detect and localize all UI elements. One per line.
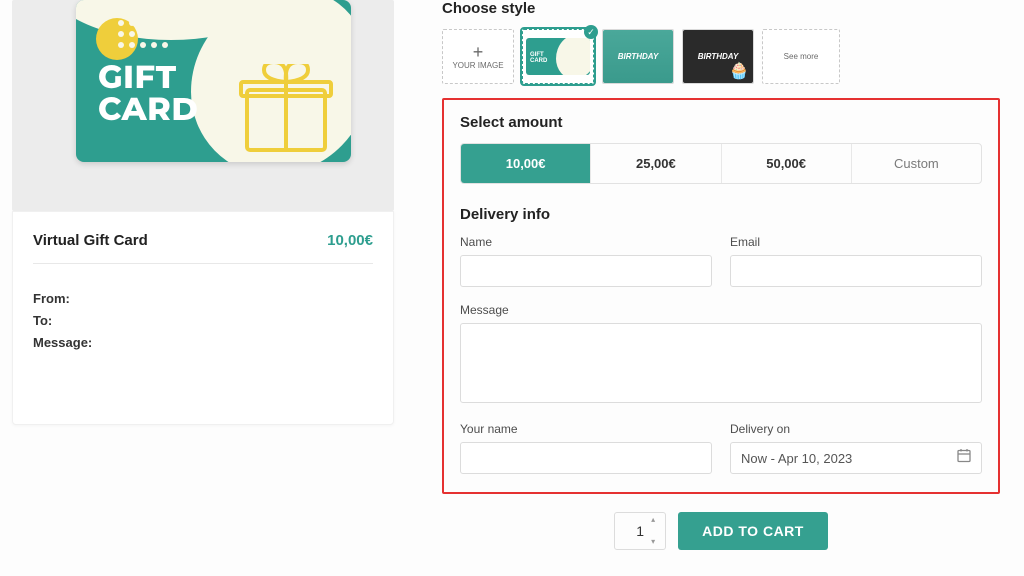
styles-heading: Choose style bbox=[442, 0, 1000, 17]
qty-up-icon[interactable]: ▴ bbox=[651, 516, 661, 524]
amount-option-2[interactable]: 50,00€ bbox=[722, 144, 852, 183]
style-giftcard-thumb: GIFTCARD bbox=[526, 38, 590, 75]
style-your-image[interactable]: + YOUR IMAGE bbox=[442, 29, 514, 84]
email-label: Email bbox=[730, 235, 982, 249]
amount-heading: Select amount bbox=[460, 114, 982, 131]
check-icon: ✓ bbox=[584, 25, 598, 39]
highlighted-form-area: Select amount 10,00€ 25,00€ 50,00€ Custo… bbox=[442, 98, 1000, 494]
your-name-label: Your name bbox=[460, 422, 712, 436]
style-birthday-dark[interactable]: BIRTHDAY bbox=[682, 29, 754, 84]
summary-panel: Virtual Gift Card 10,00€ From: To: Messa… bbox=[12, 211, 394, 425]
email-input[interactable] bbox=[730, 255, 982, 287]
quantity-value: 1 bbox=[636, 523, 644, 539]
amount-option-0[interactable]: 10,00€ bbox=[461, 144, 591, 183]
style-birthday-dark-thumb: BIRTHDAY bbox=[683, 30, 753, 83]
delivery-on-label: Delivery on bbox=[730, 422, 982, 436]
calendar-icon bbox=[956, 448, 972, 469]
giftcard-preview: GIFT CARD bbox=[12, 0, 394, 211]
name-label: Name bbox=[460, 235, 712, 249]
delivery-on-input[interactable] bbox=[730, 442, 982, 474]
amount-option-custom[interactable]: Custom bbox=[852, 144, 981, 183]
style-see-more[interactable]: See more bbox=[762, 29, 840, 84]
your-name-input[interactable] bbox=[460, 442, 712, 474]
delivery-heading: Delivery info bbox=[460, 206, 982, 223]
gift-icon bbox=[239, 64, 333, 154]
see-more-label: See more bbox=[784, 52, 819, 61]
message-input[interactable] bbox=[460, 323, 982, 403]
amount-selector: 10,00€ 25,00€ 50,00€ Custom bbox=[460, 143, 982, 184]
giftcard-art: GIFT CARD bbox=[76, 0, 351, 162]
name-input[interactable] bbox=[460, 255, 712, 287]
your-image-label: YOUR IMAGE bbox=[452, 61, 503, 70]
message-label: Message bbox=[460, 303, 982, 317]
product-price: 10,00€ bbox=[327, 232, 373, 249]
quantity-stepper[interactable]: 1 ▴ ▾ bbox=[614, 512, 666, 550]
style-birthday-green-thumb: BIRTHDAY bbox=[603, 30, 673, 83]
summary-from-label: From: bbox=[33, 288, 373, 310]
summary-to-label: To: bbox=[33, 310, 373, 332]
style-giftcard[interactable]: GIFTCARD ✓ bbox=[522, 29, 594, 84]
add-to-cart-button[interactable]: ADD TO CART bbox=[678, 512, 828, 550]
plus-icon: + bbox=[473, 43, 484, 61]
style-birthday-green[interactable]: BIRTHDAY bbox=[602, 29, 674, 84]
product-title: Virtual Gift Card bbox=[33, 232, 148, 249]
amount-option-1[interactable]: 25,00€ bbox=[591, 144, 721, 183]
qty-down-icon[interactable]: ▾ bbox=[651, 538, 661, 546]
summary-message-label: Message: bbox=[33, 332, 373, 354]
card-line2: CARD bbox=[98, 94, 198, 126]
